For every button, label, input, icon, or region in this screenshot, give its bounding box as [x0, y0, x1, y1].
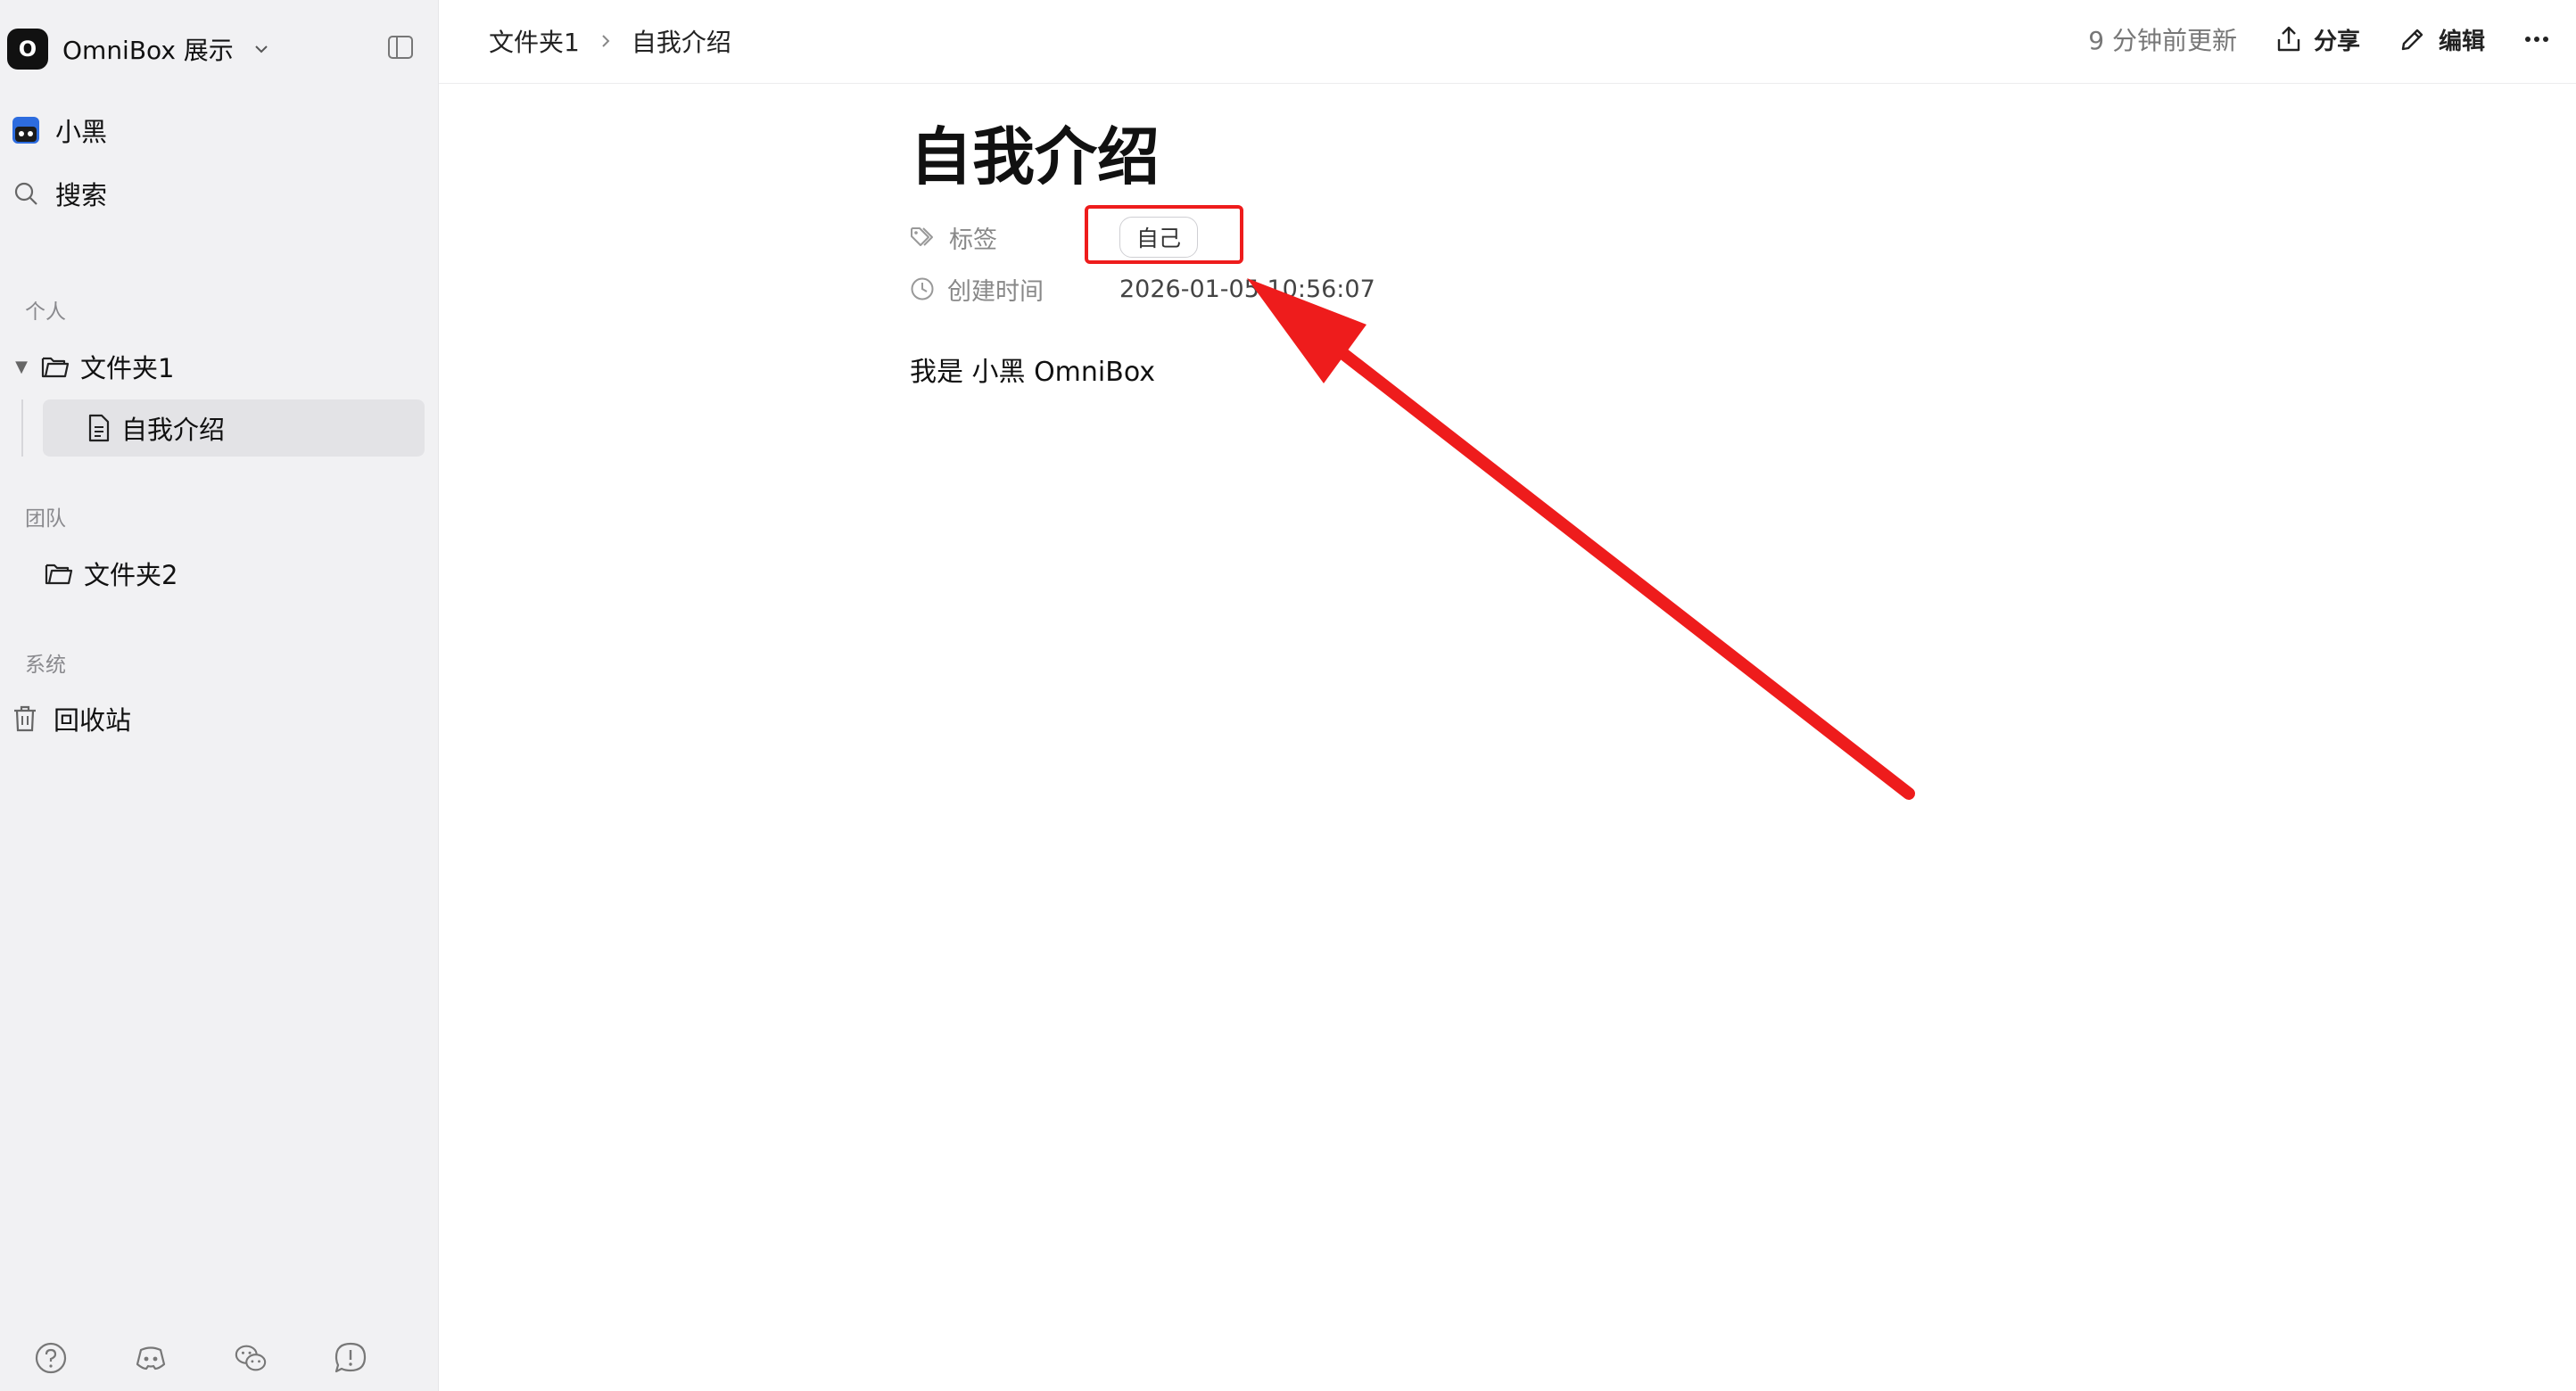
edit-button[interactable]: 编辑 [2399, 23, 2485, 56]
property-label-text: 标签 [949, 226, 997, 254]
sidebar-footer [34, 1341, 367, 1375]
share-label: 分享 [2313, 28, 2360, 55]
sidebar-item-folder2[interactable]: 文件夹2 [45, 547, 178, 599]
property-tags: 标签 自己 [910, 217, 1199, 258]
chevron-right-icon [599, 32, 612, 50]
document-body[interactable]: 我是 小黑 OmniBox [910, 350, 1155, 389]
sidebar-item-folder1[interactable]: ▼ 文件夹1 [12, 341, 174, 392]
property-label-created: 创建时间 [910, 272, 1119, 307]
sidebar-item-label: 小黑 [55, 117, 108, 147]
sidebar-item-label: 搜索 [55, 180, 108, 210]
sidebar-item-user[interactable]: 小黑 [12, 109, 107, 152]
sidebar-item-label: 文件夹1 [80, 353, 175, 383]
sidebar-item-search[interactable]: 搜索 [12, 172, 107, 215]
clock-icon [910, 276, 935, 301]
folder-open-icon [41, 354, 70, 379]
tag-chip[interactable]: 自己 [1119, 217, 1199, 258]
section-label-team: 团队 [25, 507, 66, 531]
sidebar-item-label: 自我介绍 [121, 415, 226, 445]
updated-status: 9 分钟前更新 [2088, 26, 2237, 55]
sidebar: O OmniBox 展示 小黑 搜索 个人 ▼ 文件夹1 自我介绍 团队 文件夹… [0, 0, 439, 1391]
breadcrumb-item-current[interactable]: 自我介绍 [632, 23, 731, 59]
sidebar-item-label: 文件夹2 [84, 560, 178, 590]
breadcrumb-item-folder[interactable]: 文件夹1 [489, 23, 580, 59]
edit-label: 编辑 [2438, 28, 2485, 55]
workspace-name: OmniBox 展示 [62, 36, 234, 65]
workspace-switcher[interactable]: O OmniBox 展示 [7, 27, 271, 71]
sidebar-item-trash[interactable]: 回收站 [12, 697, 131, 740]
trash-icon [12, 704, 37, 733]
avatar [12, 117, 39, 144]
property-created: 创建时间 2026-01-05 10:56:07 [910, 269, 1375, 309]
share-button[interactable]: 分享 [2276, 23, 2360, 56]
help-icon[interactable] [34, 1341, 68, 1375]
top-actions: 9 分钟前更新 分享 编辑 [2088, 21, 2549, 57]
feedback-icon[interactable] [334, 1341, 367, 1375]
tag-icon [910, 226, 937, 249]
folder-open-icon [45, 561, 73, 586]
document-icon [87, 414, 111, 442]
pencil-icon [2399, 26, 2426, 53]
chevron-down-icon [252, 39, 271, 59]
tree-guide-line [21, 399, 23, 457]
more-options-icon[interactable] [2524, 36, 2549, 43]
sidebar-item-self-intro[interactable]: 自我介绍 [43, 399, 425, 457]
sidebar-item-label: 回收站 [54, 705, 132, 736]
top-bar: 文件夹1 自我介绍 9 分钟前更新 分享 编辑 [439, 0, 2576, 84]
section-label-system: 系统 [25, 654, 66, 677]
wechat-icon[interactable] [234, 1341, 268, 1375]
search-icon [12, 180, 39, 207]
discord-icon[interactable] [134, 1341, 168, 1375]
caret-down-icon[interactable]: ▼ [12, 358, 30, 376]
property-label-text: 创建时间 [947, 277, 1044, 306]
workspace-logo: O [7, 29, 48, 70]
page-title[interactable]: 自我介绍 [910, 107, 1160, 197]
app-window: O OmniBox 展示 小黑 搜索 个人 ▼ 文件夹1 自我介绍 团队 文件夹… [0, 0, 2576, 1391]
share-icon [2276, 26, 2301, 53]
property-label-tags: 标签 [910, 220, 1119, 255]
sidebar-toggle-icon[interactable] [387, 34, 414, 61]
created-timestamp: 2026-01-05 10:56:07 [1119, 275, 1375, 303]
breadcrumb: 文件夹1 自我介绍 [489, 23, 731, 59]
section-label-personal: 个人 [25, 300, 66, 324]
